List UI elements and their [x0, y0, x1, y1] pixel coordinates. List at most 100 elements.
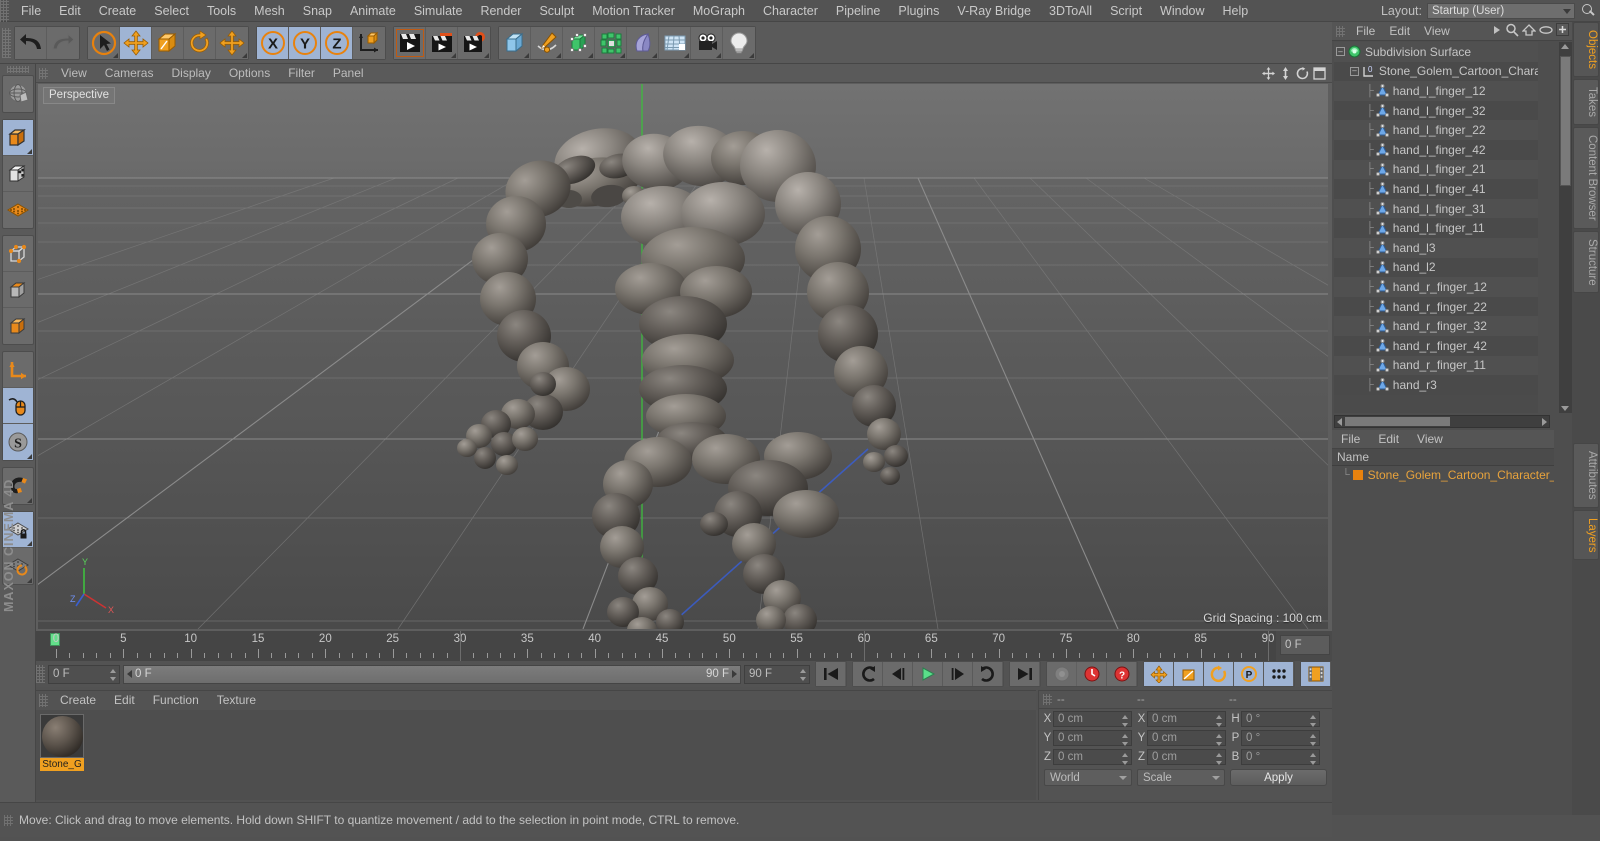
coordinates-grip[interactable]	[1043, 694, 1052, 705]
add-light-button[interactable]	[723, 26, 755, 59]
go-to-parent-icon[interactable]	[1521, 23, 1537, 40]
menu-item-vray-bridge[interactable]: V-Ray Bridge	[948, 0, 1040, 22]
object-menu-view[interactable]: View	[1417, 22, 1457, 41]
workplane-mode-button[interactable]	[3, 192, 33, 228]
polygons-mode-button[interactable]	[3, 308, 33, 344]
add-mograph-button[interactable]	[595, 26, 627, 59]
menu-item-window[interactable]: Window	[1151, 0, 1213, 22]
redo-button[interactable]	[47, 26, 79, 59]
scroll-up-arrow-icon[interactable]	[1561, 44, 1569, 49]
coord-pos-y-stepper[interactable]	[1122, 733, 1129, 747]
viewport-menu-view[interactable]: View	[52, 64, 96, 83]
viewport-menu-display[interactable]: Display	[162, 64, 219, 83]
layer-menu-file[interactable]: File	[1332, 430, 1369, 449]
lock-x-axis[interactable]: X	[257, 26, 289, 59]
coord-size-y-stepper[interactable]	[1216, 733, 1223, 747]
material-menu-function[interactable]: Function	[144, 691, 208, 710]
search-icon[interactable]	[1505, 23, 1519, 40]
viewport-menu-grip[interactable]	[39, 67, 48, 79]
object-tree-row[interactable]: ├ hand_l_finger_21	[1334, 159, 1538, 180]
viewport-menu-filter[interactable]: Filter	[279, 64, 324, 83]
coordinate-system-select[interactable]: World	[1044, 769, 1132, 786]
tree-expander-icon[interactable]: –	[1336, 47, 1345, 57]
coord-rot-h-stepper[interactable]	[1310, 714, 1317, 728]
menu-item-mograph[interactable]: MoGraph	[684, 0, 754, 22]
object-tree-row[interactable]: ├ hand_r_finger_22	[1334, 296, 1538, 317]
render-settings-button[interactable]	[458, 26, 490, 59]
coord-pos-x-input[interactable]: 0 cm	[1053, 710, 1132, 728]
add-deformer-button[interactable]	[627, 26, 659, 59]
perspective-viewport[interactable]: Perspective Y X Z Grid Spacing: 100 cm	[38, 84, 1328, 629]
menu-item-mesh[interactable]: Mesh	[245, 0, 294, 22]
end-frame-stepper[interactable]	[800, 668, 807, 682]
layer-menu-view[interactable]: View	[1408, 430, 1452, 449]
object-tree-row[interactable]: ├ hand_l_finger_11	[1334, 218, 1538, 238]
points-mode-button[interactable]	[2, 236, 33, 272]
orbit-icon[interactable]	[1296, 67, 1309, 80]
menu-item-animate[interactable]: Animate	[341, 0, 405, 22]
viewport-menu-cameras[interactable]: Cameras	[96, 64, 163, 83]
object-tree-row[interactable]: ├ hand_r_finger_32	[1334, 316, 1538, 336]
menu-item-simulate[interactable]: Simulate	[405, 0, 472, 22]
play-button[interactable]	[913, 662, 943, 686]
record-active-objects-button[interactable]	[1047, 662, 1077, 686]
object-tree-row[interactable]: ├ hand_r_finger_11	[1334, 355, 1538, 376]
play-forwards-button[interactable]	[973, 662, 1003, 686]
menu-item-select[interactable]: Select	[145, 0, 198, 22]
menu-item-tools[interactable]: Tools	[198, 0, 245, 22]
go-to-start-button[interactable]	[816, 662, 846, 686]
record-param-button[interactable]: P	[1234, 662, 1264, 686]
toolbar-grip[interactable]	[2, 27, 11, 58]
object-tree-row[interactable]: ├ hand_r3	[1334, 375, 1538, 395]
object-tree-row[interactable]: ├ hand_l_finger_12	[1334, 81, 1538, 101]
autokeying-button[interactable]	[1077, 662, 1107, 686]
dolly-icon[interactable]	[1279, 67, 1291, 80]
viewport-mouse-button[interactable]	[2, 388, 33, 424]
left-toolbar-grip[interactable]	[6, 66, 29, 73]
object-tree-row[interactable]: ├ hand_l2	[1334, 257, 1538, 278]
play-backwards-button[interactable]	[853, 662, 883, 686]
scroll-down-arrow-icon[interactable]	[1561, 406, 1569, 411]
viewport-menu-panel[interactable]: Panel	[324, 64, 373, 83]
rotate-tool[interactable]	[184, 26, 216, 59]
coord-pos-z-stepper[interactable]	[1122, 752, 1129, 766]
lock-y-axis[interactable]: Y	[289, 26, 321, 59]
menu-item-create[interactable]: Create	[90, 0, 146, 22]
side-tab-takes[interactable]: Takes	[1573, 79, 1599, 126]
move-alt-tool[interactable]	[216, 26, 248, 59]
coord-rot-b-input[interactable]: 0 °	[1241, 748, 1320, 765]
add-layer-icon[interactable]	[1556, 23, 1569, 39]
edges-mode-button[interactable]	[2, 272, 33, 308]
scrollbar-thumb[interactable]	[1560, 56, 1571, 186]
coord-size-z-input[interactable]: 0 cm	[1147, 748, 1226, 765]
model-mode-button[interactable]	[2, 120, 33, 156]
enable-axis-modification-button[interactable]	[2, 352, 33, 388]
object-tree-row[interactable]: ├ hand_l_finger_31	[1334, 198, 1538, 219]
expand-arrow-icon[interactable]	[1492, 24, 1502, 39]
coord-size-x-input[interactable]: 0 cm	[1147, 710, 1226, 727]
add-camera-button[interactable]	[691, 26, 723, 59]
add-environment-button[interactable]	[659, 26, 691, 59]
menu-item-help[interactable]: Help	[1214, 0, 1258, 22]
coord-rot-p-stepper[interactable]	[1310, 733, 1317, 747]
object-manager-grip[interactable]	[1336, 25, 1345, 37]
side-tab-layers[interactable]: Layers	[1573, 509, 1599, 561]
material-item[interactable]: Stone_G	[40, 714, 84, 771]
menu-item-sculpt[interactable]: Sculpt	[530, 0, 583, 22]
object-tree[interactable]: – Subdivision Surface –0 Stone_Golem_Cartoo…	[1334, 42, 1538, 413]
coord-pos-x-stepper[interactable]	[1122, 714, 1129, 728]
current-frame-input[interactable]: 0 F	[48, 664, 120, 684]
layer-color-swatch[interactable]	[1352, 470, 1363, 480]
viewport-menu-options[interactable]: Options	[220, 64, 279, 83]
scale-tool[interactable]	[152, 26, 184, 59]
record-scale-button[interactable]	[1174, 662, 1204, 686]
add-spline-button[interactable]	[531, 26, 563, 59]
add-cube-object-button[interactable]	[499, 26, 531, 59]
material-menu-texture[interactable]: Texture	[208, 691, 265, 710]
keyframe-selection-button[interactable]: ?	[1107, 662, 1137, 686]
menu-item-snap[interactable]: Snap	[294, 0, 341, 22]
material-menu-edit[interactable]: Edit	[105, 691, 144, 710]
coord-rot-h-input[interactable]: 0 °	[1241, 710, 1320, 728]
object-tree-row[interactable]: –0 Stone_Golem_Cartoon_Charac	[1334, 61, 1538, 82]
render-region-button[interactable]	[426, 26, 458, 59]
